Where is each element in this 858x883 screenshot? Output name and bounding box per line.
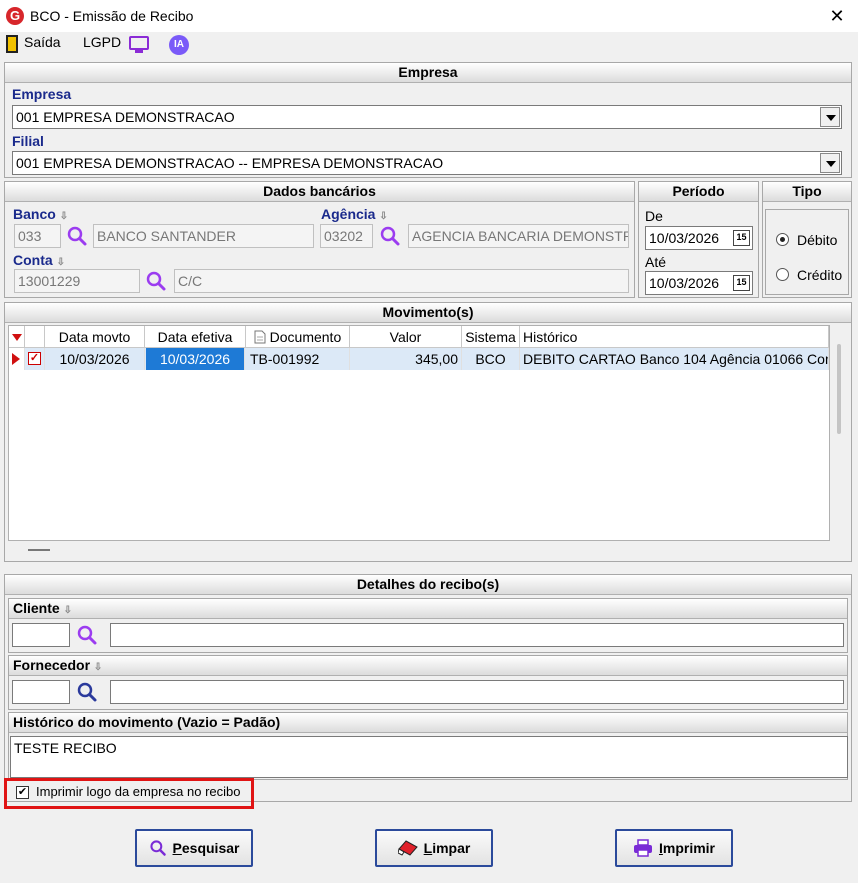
- movimentos-title: Movimento(s): [5, 303, 851, 323]
- historico-label: Histórico do movimento (Vazio = Padão): [9, 713, 847, 733]
- fornecedor-label: Fornecedor: [13, 657, 91, 673]
- conta-label: Conta ⇩: [13, 252, 65, 268]
- credito-label: Crédito: [797, 267, 843, 283]
- printer-icon: [633, 839, 652, 857]
- banco-label: Banco ⇩: [13, 206, 69, 222]
- banco-code-field[interactable]: 033: [14, 224, 61, 248]
- cell-documento: TB-001992: [246, 348, 350, 370]
- close-button[interactable]: ✕: [822, 4, 852, 28]
- empresa-panel-title: Empresa: [5, 63, 851, 83]
- agencia-code-field[interactable]: 03202: [320, 224, 373, 248]
- limpar-label: Limpar: [423, 840, 471, 856]
- agencia-name-field: AGENCIA BANCARIA DEMONSTRA: [408, 224, 629, 248]
- debito-label: Débito: [797, 232, 838, 248]
- grid-indicator-header[interactable]: [9, 326, 25, 348]
- row-pointer-icon: [12, 353, 20, 365]
- col-data-efetiva[interactable]: Data efetiva: [145, 326, 246, 348]
- empresa-label: Empresa: [12, 86, 72, 102]
- col-documento[interactable]: Documento: [246, 326, 350, 348]
- pesquisar-button[interactable]: Pesquisar: [135, 829, 253, 867]
- ate-date-value: 10/03/2026: [649, 275, 720, 291]
- cell-valor: 345,00: [350, 348, 462, 370]
- imprimir-button[interactable]: Imprimir: [615, 829, 733, 867]
- cliente-code-field[interactable]: [12, 623, 70, 647]
- row-pointer: [9, 348, 25, 370]
- empresa-dropdown-arrow-icon[interactable]: [820, 107, 840, 127]
- agencia-search-icon[interactable]: [379, 225, 401, 247]
- app-logo-icon: G: [6, 7, 24, 25]
- search-icon: [149, 840, 166, 856]
- ate-calendar-icon[interactable]: 15: [733, 275, 750, 291]
- lgpd-button[interactable]: LGPD: [83, 34, 121, 50]
- cliente-header: Cliente ⇩: [9, 599, 847, 619]
- fornecedor-header: Fornecedor ⇩: [9, 656, 847, 676]
- agencia-sort-icon: ⇩: [379, 211, 388, 222]
- pesquisar-label: Pesquisar: [172, 840, 240, 856]
- document-icon: [254, 330, 266, 344]
- conta-search-icon[interactable]: [145, 270, 167, 292]
- agencia-label: Agência ⇩: [321, 206, 388, 222]
- grid-horizontal-scrollbar[interactable]: [28, 549, 50, 551]
- grid-check-header[interactable]: [25, 326, 45, 348]
- row-checkbox-cell[interactable]: ✓: [25, 348, 45, 370]
- imprimir-label: Imprimir: [658, 840, 715, 856]
- cell-data-efetiva[interactable]: 10/03/2026: [146, 348, 245, 370]
- window-title: BCO - Emissão de Recibo: [30, 8, 194, 24]
- de-date-value: 10/03/2026: [649, 230, 720, 246]
- ate-date-field[interactable]: 10/03/2026 15: [645, 271, 753, 295]
- banco-sort-icon: ⇩: [59, 211, 69, 222]
- historico-textarea[interactable]: TESTE RECIBO: [10, 736, 848, 778]
- col-data-movto[interactable]: Data movto: [45, 326, 145, 348]
- ia-icon[interactable]: IA: [169, 35, 189, 55]
- row-checkbox[interactable]: ✓: [28, 352, 41, 365]
- de-date-field[interactable]: 10/03/2026 15: [645, 226, 753, 250]
- filial-label: Filial: [12, 133, 44, 149]
- grid-vertical-scrollbar[interactable]: [837, 344, 841, 434]
- cell-data-movto: 10/03/2026: [45, 348, 145, 370]
- col-historico[interactable]: Histórico: [520, 326, 829, 348]
- cliente-name-field[interactable]: [110, 623, 844, 647]
- eraser-icon: [397, 840, 418, 856]
- fornecedor-search-icon[interactable]: [76, 681, 98, 703]
- filial-dropdown-arrow-icon[interactable]: [820, 153, 840, 173]
- movimentos-grid: Data movto Data efetiva Documento Valor …: [8, 325, 830, 541]
- col-valor[interactable]: Valor: [350, 326, 462, 348]
- tipo-title: Tipo: [763, 182, 851, 202]
- exit-button[interactable]: Saída: [24, 34, 61, 50]
- de-label: De: [645, 208, 663, 224]
- cell-sistema: BCO: [462, 348, 520, 370]
- ate-label: Até: [645, 254, 667, 270]
- cliente-sort-icon: ⇩: [63, 605, 72, 616]
- conta-name-field: C/C: [174, 269, 629, 293]
- col-sistema[interactable]: Sistema: [462, 326, 520, 348]
- empresa-select[interactable]: 001 EMPRESA DEMONSTRACAO: [12, 105, 842, 129]
- cliente-label: Cliente: [13, 600, 60, 616]
- fornecedor-name-field[interactable]: [110, 680, 844, 704]
- filial-select-value: 001 EMPRESA DEMONSTRACAO -- EMPRESA DEMO…: [16, 155, 444, 171]
- conta-code-field[interactable]: 13001229: [14, 269, 140, 293]
- periodo-title: Período: [639, 182, 758, 202]
- banco-search-icon[interactable]: [66, 225, 88, 247]
- filial-select[interactable]: 001 EMPRESA DEMONSTRACAO -- EMPRESA DEMO…: [12, 151, 842, 175]
- highlight-box: [4, 778, 254, 809]
- dados-bancarios-title: Dados bancários: [5, 182, 634, 202]
- detalhes-title: Detalhes do recibo(s): [5, 575, 851, 595]
- conta-sort-icon: ⇩: [56, 257, 65, 268]
- monitor-stand: [135, 50, 143, 53]
- empresa-select-value: 001 EMPRESA DEMONSTRACAO: [16, 109, 235, 125]
- banco-name-field: BANCO SANTANDER: [93, 224, 314, 248]
- de-calendar-icon[interactable]: 15: [733, 230, 750, 246]
- cliente-search-icon[interactable]: [76, 624, 98, 646]
- credito-radio[interactable]: [776, 268, 789, 281]
- limpar-button[interactable]: Limpar: [375, 829, 493, 867]
- fornecedor-code-field[interactable]: [12, 680, 70, 704]
- debito-radio[interactable]: [776, 233, 789, 246]
- exit-door-icon[interactable]: [6, 35, 18, 53]
- fornecedor-sort-icon: ⇩: [93, 662, 103, 673]
- monitor-icon[interactable]: [129, 36, 149, 50]
- sort-down-icon: [11, 334, 22, 341]
- cell-historico: DEBITO CARTAO Banco 104 Agência 01066 Co…: [520, 348, 829, 370]
